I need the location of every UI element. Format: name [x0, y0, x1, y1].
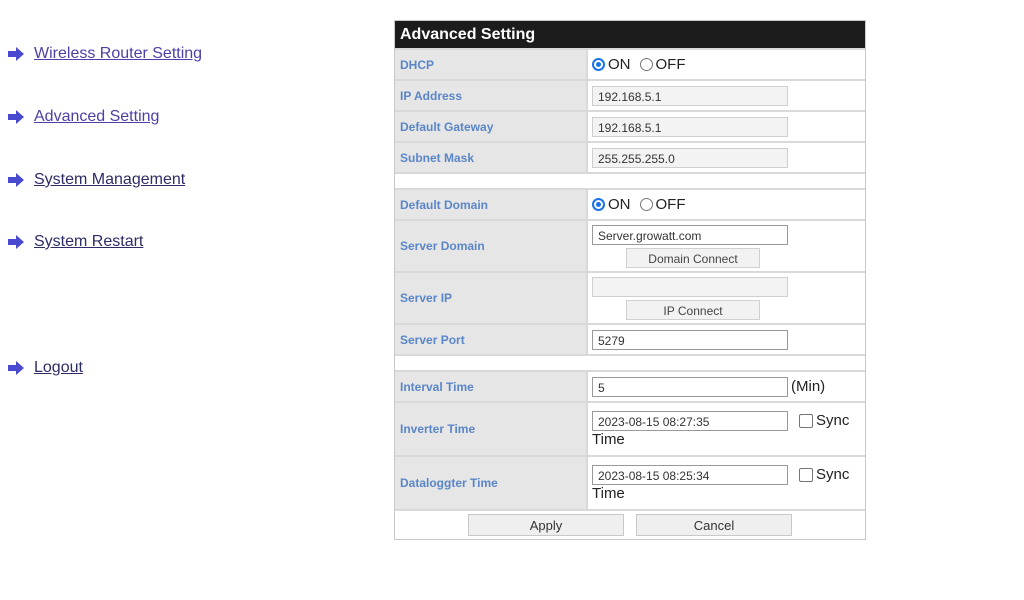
datalogger-time-label: Dataloggter Time: [395, 457, 588, 509]
arrow-right-icon: [8, 173, 24, 187]
inverter-sync-checkbox[interactable]: [799, 413, 813, 428]
default-gateway-field[interactable]: 192.168.5.1: [592, 116, 788, 137]
server-ip-input[interactable]: [592, 276, 788, 297]
datalogger-sync-checkbox[interactable]: [799, 467, 813, 482]
domain-connect-button[interactable]: Domain Connect: [626, 247, 760, 268]
apply-button[interactable]: Apply: [468, 514, 624, 536]
default-domain-on-label: ON: [608, 196, 631, 213]
default-domain-label: Default Domain: [395, 190, 588, 219]
server-domain-row: Server Domain Server.growatt.com Domain …: [395, 219, 865, 271]
arrow-right-icon: [8, 235, 24, 249]
dhcp-on-label: ON: [608, 56, 631, 73]
default-gateway-row: Default Gateway 192.168.5.1: [395, 110, 865, 141]
default-domain-off-label: OFF: [655, 196, 686, 213]
subnet-mask-row: Subnet Mask 255.255.255.0: [395, 141, 865, 172]
inverter-time-label: Inverter Time: [395, 403, 588, 455]
arrow-right-icon: [8, 47, 24, 61]
interval-time-row: Interval Time 5 (Min): [395, 370, 865, 401]
inverter-time-row: Inverter Time 2023-08-15 08:27:35 Sync T…: [395, 401, 865, 455]
dhcp-row: DHCP ON OFF: [395, 48, 865, 79]
cancel-button[interactable]: Cancel: [636, 514, 792, 536]
server-domain-label: Server Domain: [395, 221, 588, 271]
default-domain-on-radio[interactable]: [592, 198, 605, 211]
inverter-time-input[interactable]: 2023-08-15 08:27:35: [592, 410, 788, 431]
default-gateway-label: Default Gateway: [395, 112, 588, 141]
form-actions: Apply Cancel: [395, 509, 865, 539]
nav-link-wireless-router-setting[interactable]: Wireless Router Setting: [34, 45, 202, 63]
ip-address-label: IP Address: [395, 81, 588, 110]
side-navigation: Wireless Router Setting Advanced Setting…: [0, 0, 300, 600]
nav-item-system-restart[interactable]: System Restart: [8, 233, 143, 251]
nav-link-advanced-setting[interactable]: Advanced Setting: [34, 108, 159, 126]
datalogger-time-row: Dataloggter Time 2023-08-15 08:25:34 Syn…: [395, 455, 865, 509]
dhcp-off-label: OFF: [655, 56, 686, 73]
dhcp-off-radio[interactable]: [639, 58, 653, 71]
server-port-input[interactable]: 5279: [592, 329, 788, 350]
server-ip-row: Server IP IP Connect: [395, 271, 865, 323]
nav-link-logout[interactable]: Logout: [34, 359, 83, 377]
server-ip-label: Server IP: [395, 273, 588, 323]
interval-unit: (Min): [791, 378, 826, 395]
interval-time-input[interactable]: 5: [592, 376, 788, 397]
dhcp-label: DHCP: [395, 50, 588, 79]
section-divider: [395, 172, 865, 188]
panel-title: Advanced Setting: [395, 21, 865, 48]
default-domain-off-radio[interactable]: [639, 198, 653, 211]
nav-link-system-restart[interactable]: System Restart: [34, 233, 143, 251]
section-divider: [395, 354, 865, 370]
subnet-mask-label: Subnet Mask: [395, 143, 588, 172]
datalogger-time-input[interactable]: 2023-08-15 08:25:34: [592, 464, 788, 485]
ip-connect-button[interactable]: IP Connect: [626, 299, 760, 320]
inverter-sync-label: Sync: [816, 412, 850, 429]
server-domain-input[interactable]: Server.growatt.com: [592, 224, 788, 245]
nav-item-system-management[interactable]: System Management: [8, 171, 185, 189]
server-port-label: Server Port: [395, 325, 588, 354]
inverter-sync-label-tail: Time: [592, 430, 625, 448]
datalogger-sync-label: Sync: [816, 466, 850, 483]
default-domain-row: Default Domain ON OFF: [395, 188, 865, 219]
nav-link-system-management[interactable]: System Management: [34, 171, 185, 189]
ip-address-row: IP Address 192.168.5.1: [395, 79, 865, 110]
arrow-right-icon: [8, 110, 24, 124]
nav-item-advanced-setting[interactable]: Advanced Setting: [8, 108, 159, 126]
interval-time-label: Interval Time: [395, 372, 588, 401]
ip-address-field[interactable]: 192.168.5.1: [592, 85, 788, 106]
arrow-right-icon: [8, 361, 24, 375]
advanced-setting-panel: Advanced Setting DHCP ON OFF IP Address …: [394, 20, 866, 540]
dhcp-on-radio[interactable]: [592, 58, 605, 71]
subnet-mask-field[interactable]: 255.255.255.0: [592, 147, 788, 168]
server-port-row: Server Port 5279: [395, 323, 865, 354]
nav-item-logout[interactable]: Logout: [8, 359, 83, 377]
dhcp-value: ON OFF: [588, 50, 865, 79]
nav-item-wireless-router-setting[interactable]: Wireless Router Setting: [8, 45, 202, 63]
datalogger-sync-label-tail: Time: [592, 484, 625, 502]
